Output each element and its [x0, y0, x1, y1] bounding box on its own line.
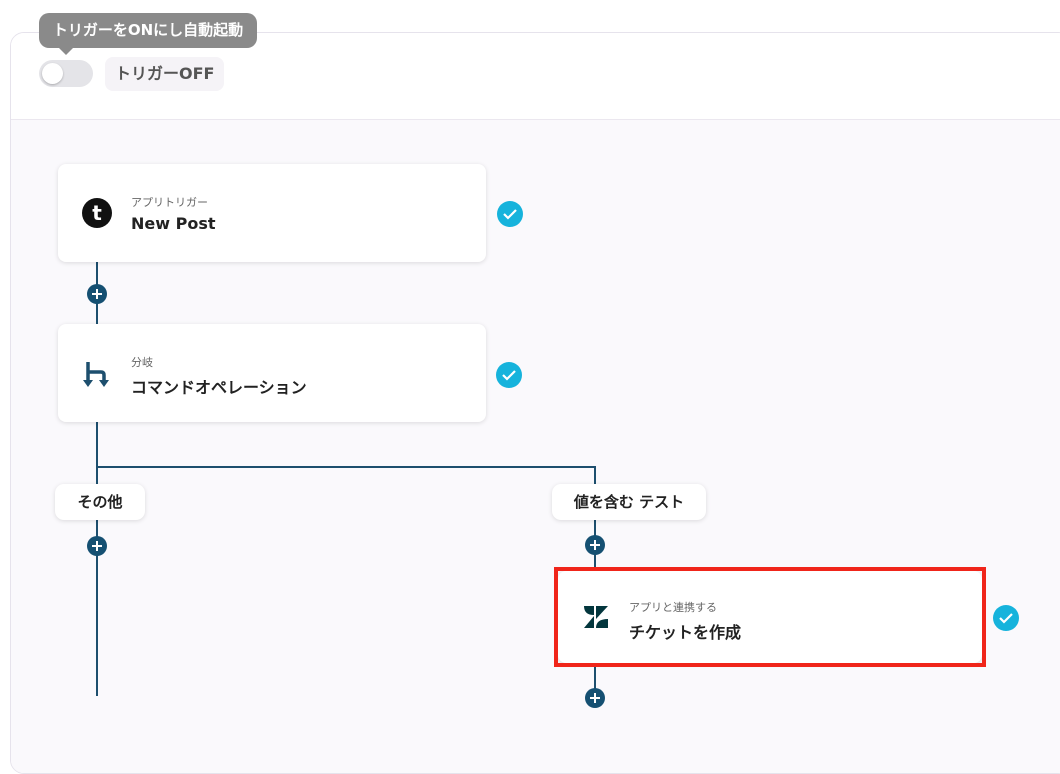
- branch-label-other[interactable]: その他: [55, 484, 145, 520]
- connector-line: [96, 420, 98, 696]
- add-step-button[interactable]: [585, 535, 605, 555]
- check-icon: [497, 201, 523, 227]
- add-step-button[interactable]: [585, 688, 605, 708]
- branch-label-contains-test[interactable]: 値を含む テスト: [552, 484, 706, 520]
- trigger-tooltip: トリガーをONにし自動起動: [39, 13, 257, 55]
- svg-text:t: t: [92, 201, 102, 225]
- add-step-button[interactable]: [87, 284, 107, 304]
- check-icon: [496, 362, 522, 388]
- trigger-toggle[interactable]: [39, 60, 93, 87]
- step-category: 分岐: [131, 356, 153, 369]
- step-category: アプリトリガー: [131, 196, 208, 209]
- add-step-button[interactable]: [87, 536, 107, 556]
- check-icon: [993, 605, 1019, 631]
- trigger-state-label: トリガーOFF: [105, 57, 225, 91]
- tumblr-icon: t: [82, 198, 112, 228]
- step-card-new-post[interactable]: t アプリトリガー New Post: [58, 164, 486, 262]
- connector-line: [96, 466, 596, 468]
- branch-icon: [82, 360, 112, 390]
- step-title: コマンドオペレーション: [131, 378, 307, 397]
- step-title: New Post: [131, 214, 216, 233]
- highlight-frame: [554, 567, 986, 667]
- toggle-knob: [42, 63, 63, 84]
- step-card-branch[interactable]: 分岐 コマンドオペレーション: [58, 324, 486, 422]
